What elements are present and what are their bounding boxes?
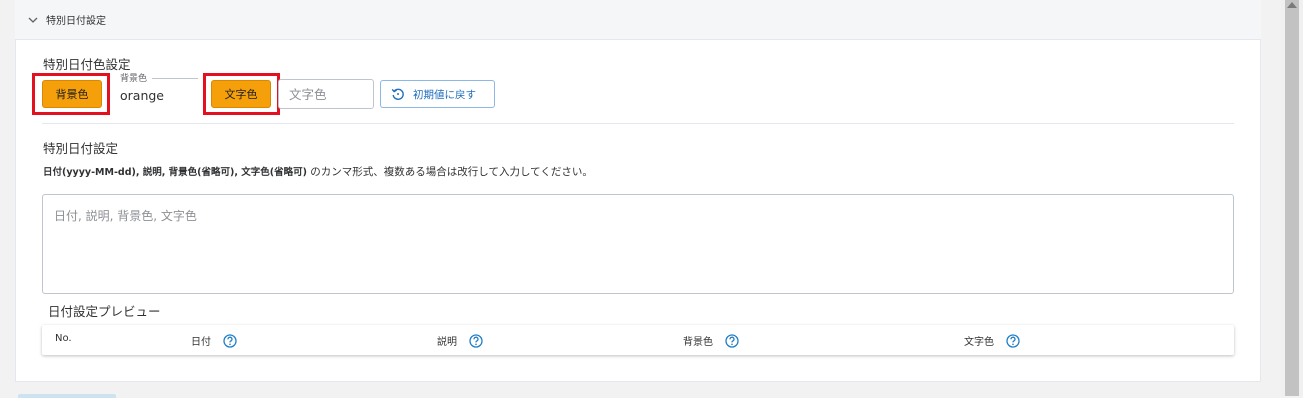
chevron-down-icon[interactable]	[27, 14, 39, 26]
format-hint-rest: のカンマ形式、複数ある場合は改行して入力してください。	[306, 166, 593, 178]
section-divider	[42, 123, 1234, 124]
accordion-header[interactable]	[15, 0, 1261, 40]
bg-color-value[interactable]: orange	[120, 88, 164, 103]
help-icon[interactable]	[1006, 333, 1020, 348]
column-header-bg-color: 背景色	[683, 333, 739, 348]
text-color-button[interactable]: 文字色	[211, 80, 271, 108]
preview-title: 日付設定プレビュー	[48, 304, 161, 319]
field-outline	[152, 78, 198, 79]
reset-icon	[391, 88, 404, 100]
column-label: 説明	[437, 337, 457, 348]
column-label: 背景色	[683, 337, 713, 348]
format-hint: 日付(yyyy-MM-dd), 説明, 背景色(省略可), 文字色(省略可) の…	[43, 164, 593, 179]
bg-color-button[interactable]: 背景色	[42, 80, 102, 108]
column-header-text-color: 文字色	[964, 333, 1020, 348]
column-header-description: 説明	[437, 333, 483, 348]
bg-color-field-label: 背景色	[118, 71, 150, 84]
help-icon[interactable]	[725, 333, 739, 348]
column-label: 文字色	[964, 337, 994, 348]
reset-button-label: 初期値に戻す	[413, 88, 476, 101]
column-label: 日付	[191, 337, 211, 348]
scroll-up-arrow-icon[interactable]	[1287, 2, 1297, 8]
special-dates-textarea[interactable]	[42, 194, 1234, 294]
reset-button[interactable]: 初期値に戻す	[380, 80, 495, 108]
help-icon[interactable]	[223, 333, 237, 348]
date-settings-title: 特別日付設定	[43, 141, 119, 156]
text-color-input[interactable]	[278, 79, 374, 109]
accordion-title[interactable]: 特別日付設定	[46, 12, 106, 27]
next-button-edge[interactable]	[18, 394, 116, 398]
column-header-date: 日付	[191, 333, 237, 348]
preview-table: No. 日付 説明 背景色 文字色	[42, 325, 1234, 355]
format-hint-bold: 日付(yyyy-MM-dd), 説明, 背景色(省略可), 文字色(省略可)	[43, 167, 307, 178]
column-header-no: No.	[55, 333, 72, 344]
column-label: No.	[55, 333, 72, 344]
help-icon[interactable]	[469, 333, 483, 348]
scrollbar-thumb[interactable]	[1285, 0, 1299, 396]
